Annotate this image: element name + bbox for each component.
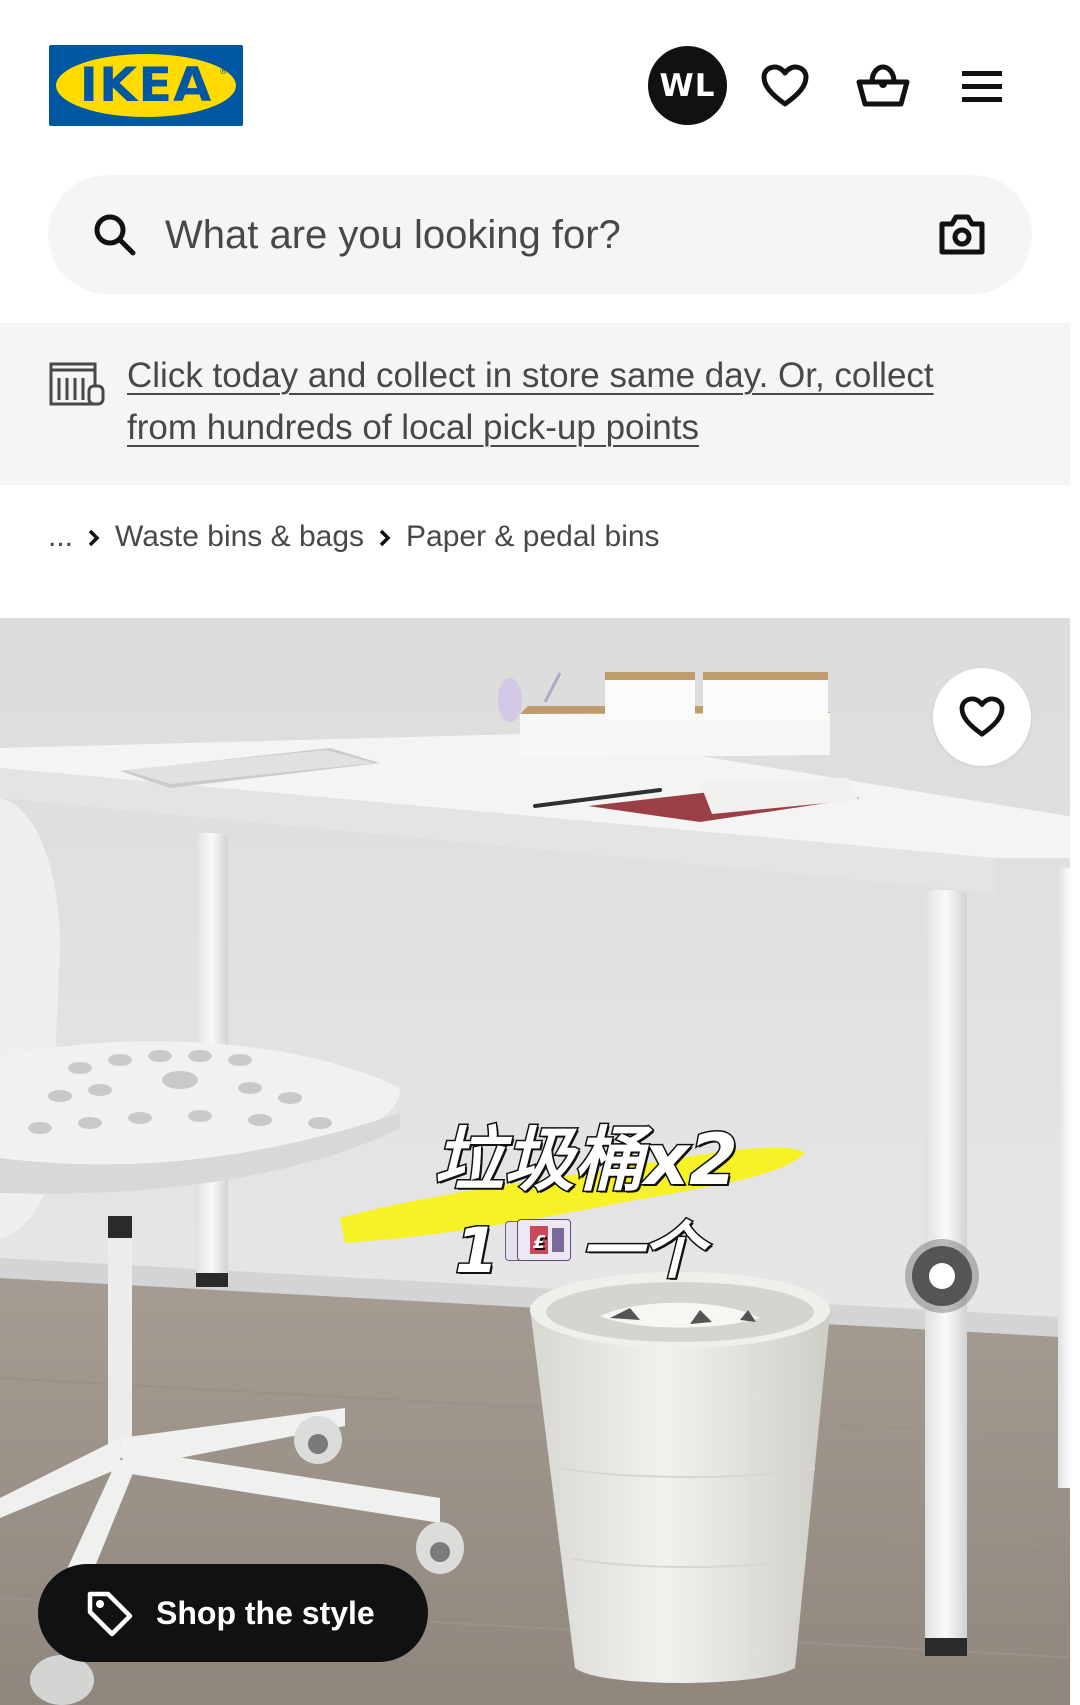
svg-text:£: £ — [533, 1232, 546, 1253]
right-edge-margin — [1070, 0, 1080, 1705]
sticker-suffix: 一个 — [579, 1213, 706, 1289]
store-pickup-icon — [49, 362, 105, 406]
sticker-line-1: 垃圾桶x2 — [433, 1118, 740, 1203]
search-icon[interactable] — [93, 213, 137, 257]
banner-line-2: from hundreds of local pick-up points — [127, 408, 699, 447]
collect-in-store-link[interactable]: Click today and collect in store same da… — [127, 350, 1007, 454]
logo-text: IKEA — [79, 58, 213, 113]
chevron-right-icon — [364, 520, 406, 554]
product-hotspot[interactable] — [905, 1239, 979, 1313]
money-banknote-icon: £ — [505, 1219, 572, 1261]
favourite-heart-icon — [959, 696, 1005, 737]
shop-the-style-button[interactable]: Shop the style — [38, 1564, 428, 1662]
shop-the-style-label: Shop the style — [156, 1594, 375, 1631]
camera-icon[interactable] — [938, 211, 986, 257]
wishlist-heart-icon[interactable] — [757, 58, 813, 114]
breadcrumb: ... Waste bins & bags Paper & pedal bins — [48, 515, 660, 559]
add-to-favourites-button[interactable] — [933, 668, 1031, 766]
breadcrumb-ellipsis[interactable]: ... — [48, 520, 73, 554]
user-avatar[interactable]: WL — [648, 46, 727, 125]
product-page: IKEA ® WL What are you looking for? Clic… — [0, 0, 1080, 1705]
site-header: IKEA ® WL — [0, 0, 1080, 170]
hamburger-menu-icon[interactable] — [954, 58, 1010, 114]
breadcrumb-paper-pedal-bins[interactable]: Paper & pedal bins — [406, 520, 660, 554]
sticker-line-2: 1 £ 一个 — [453, 1200, 706, 1290]
shopping-basket-icon[interactable] — [855, 58, 911, 114]
hotspot-dot — [929, 1263, 955, 1289]
search-input[interactable] — [165, 200, 885, 270]
banner-line-1: Click today and collect in store same da… — [127, 356, 934, 395]
sticker-prefix: 1 — [453, 1213, 499, 1289]
hotspot-ring — [912, 1246, 972, 1306]
ikea-logo[interactable]: IKEA ® — [49, 45, 243, 126]
registered-mark: ® — [219, 67, 228, 77]
breadcrumb-waste-bins[interactable]: Waste bins & bags — [115, 520, 364, 554]
sticker-overlay: 垃圾桶x2 1 £ 一个 — [420, 1100, 840, 1289]
chevron-right-icon — [73, 520, 115, 554]
tag-icon — [87, 1591, 133, 1637]
